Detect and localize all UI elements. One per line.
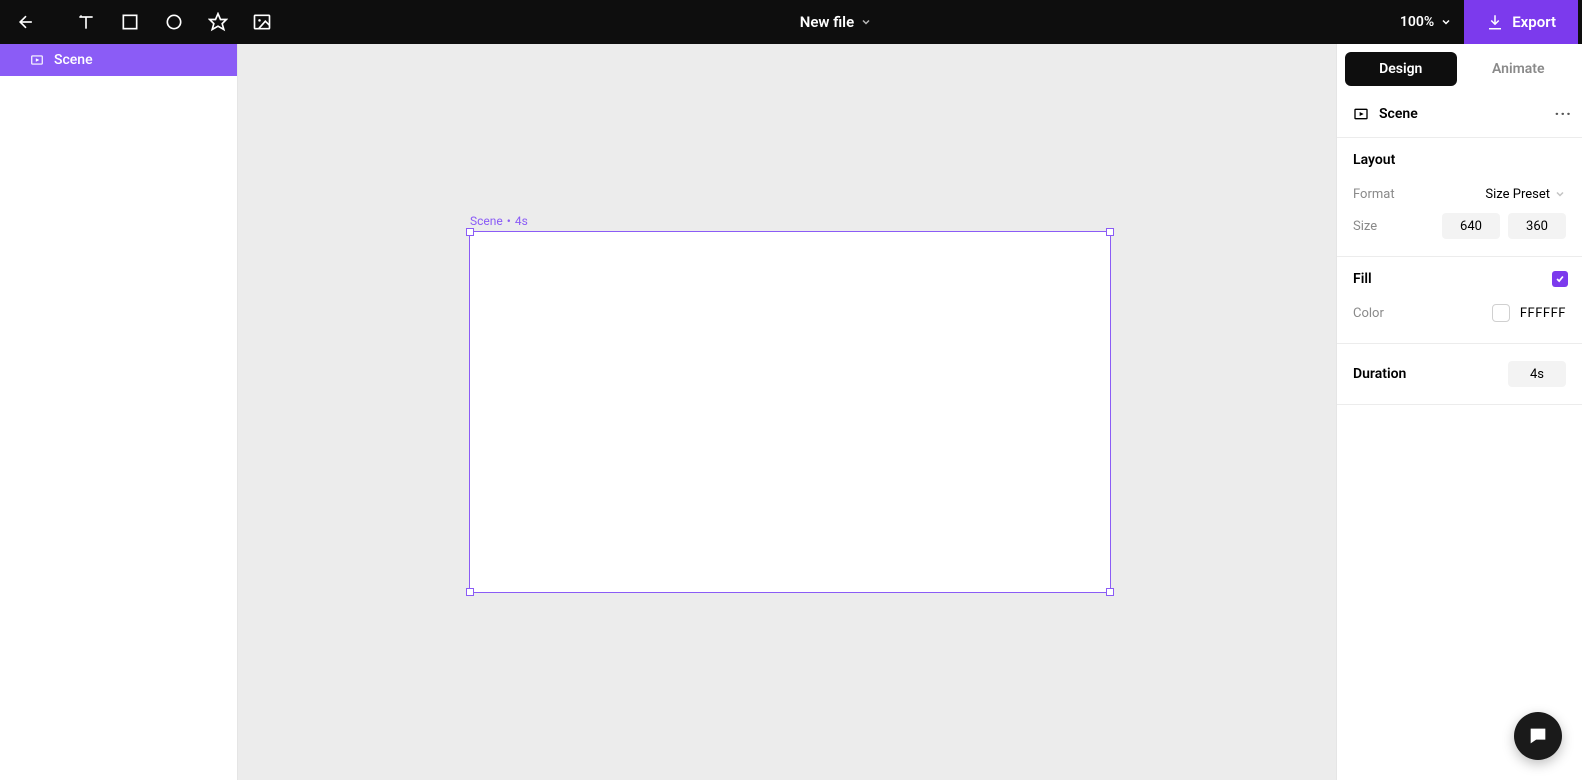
layout-section: Layout Format Size Preset Size 640 360	[1337, 138, 1582, 257]
chevron-down-icon	[860, 16, 872, 28]
layers-panel: Scene	[0, 44, 238, 780]
color-row: Color FFFFFF	[1353, 297, 1566, 329]
fill-enabled-checkbox[interactable]	[1552, 271, 1568, 287]
rect-tool[interactable]	[108, 0, 152, 44]
file-title[interactable]: New file	[284, 13, 1388, 31]
check-icon	[1555, 274, 1565, 284]
image-icon	[252, 12, 272, 32]
duration-section: Duration 4s	[1337, 344, 1582, 405]
scene-icon	[1353, 106, 1369, 122]
scene-more-button[interactable]: ···	[1555, 104, 1572, 123]
chevron-down-icon	[1440, 16, 1452, 28]
resize-handle-bl[interactable]	[466, 588, 474, 596]
arrow-left-icon	[16, 12, 36, 32]
duration-title: Duration	[1353, 366, 1508, 382]
duration-input[interactable]: 4s	[1508, 361, 1566, 387]
text-tool[interactable]	[64, 0, 108, 44]
color-swatch	[1492, 304, 1510, 322]
fill-section: Fill Color FFFFFF	[1337, 257, 1582, 344]
format-select[interactable]: Size Preset	[1485, 187, 1566, 202]
circle-icon	[164, 12, 184, 32]
help-chat-button[interactable]	[1514, 712, 1562, 760]
color-control[interactable]: FFFFFF	[1492, 304, 1566, 322]
image-tool[interactable]	[240, 0, 284, 44]
layout-title: Layout	[1353, 152, 1566, 168]
format-value-text: Size Preset	[1485, 187, 1550, 202]
file-title-text: New file	[800, 13, 854, 31]
label-separator: •	[507, 214, 511, 228]
format-label: Format	[1353, 187, 1485, 202]
size-row: Size 640 360	[1353, 210, 1566, 242]
width-input[interactable]: 640	[1442, 213, 1500, 239]
scene-frame[interactable]	[470, 232, 1110, 592]
color-value-text: FFFFFF	[1520, 306, 1566, 321]
tab-design[interactable]: Design	[1345, 52, 1457, 86]
zoom-control[interactable]: 100%	[1388, 14, 1464, 30]
main: Scene Scene • 4s Design Animate Scene ··· …	[0, 44, 1582, 780]
resize-handle-tr[interactable]	[1106, 228, 1114, 236]
scene-duration-text: 4s	[515, 214, 528, 228]
inspector-panel: Design Animate Scene ··· Layout Format S…	[1336, 44, 1582, 780]
chat-icon	[1527, 725, 1549, 747]
resize-handle-tl[interactable]	[466, 228, 474, 236]
size-label: Size	[1353, 219, 1442, 234]
download-icon	[1486, 13, 1504, 31]
chevron-down-icon	[1554, 188, 1566, 200]
back-button[interactable]	[4, 0, 48, 44]
export-button[interactable]: Export	[1464, 0, 1578, 44]
scene-icon	[30, 53, 44, 67]
layer-scene[interactable]: Scene	[0, 44, 237, 76]
resize-handle-br[interactable]	[1106, 588, 1114, 596]
export-label: Export	[1512, 13, 1556, 31]
canvas[interactable]: Scene • 4s	[238, 44, 1336, 780]
scene-frame-label: Scene • 4s	[470, 214, 528, 228]
topbar: New file 100% Export	[0, 0, 1582, 44]
zoom-value: 100%	[1400, 14, 1434, 30]
star-icon	[208, 12, 228, 32]
inspector-tabs: Design Animate	[1337, 44, 1582, 86]
height-input[interactable]: 360	[1508, 213, 1566, 239]
square-icon	[120, 12, 140, 32]
color-label: Color	[1353, 306, 1492, 321]
text-icon	[76, 12, 96, 32]
scene-section: Scene ···	[1337, 86, 1582, 138]
circle-tool[interactable]	[152, 0, 196, 44]
scene-section-title: Scene	[1379, 106, 1545, 122]
scene-name-text: Scene	[470, 214, 503, 228]
fill-title: Fill	[1353, 271, 1372, 287]
layer-scene-label: Scene	[54, 52, 93, 68]
format-row: Format Size Preset	[1353, 178, 1566, 210]
star-tool[interactable]	[196, 0, 240, 44]
tab-animate[interactable]: Animate	[1463, 52, 1575, 86]
